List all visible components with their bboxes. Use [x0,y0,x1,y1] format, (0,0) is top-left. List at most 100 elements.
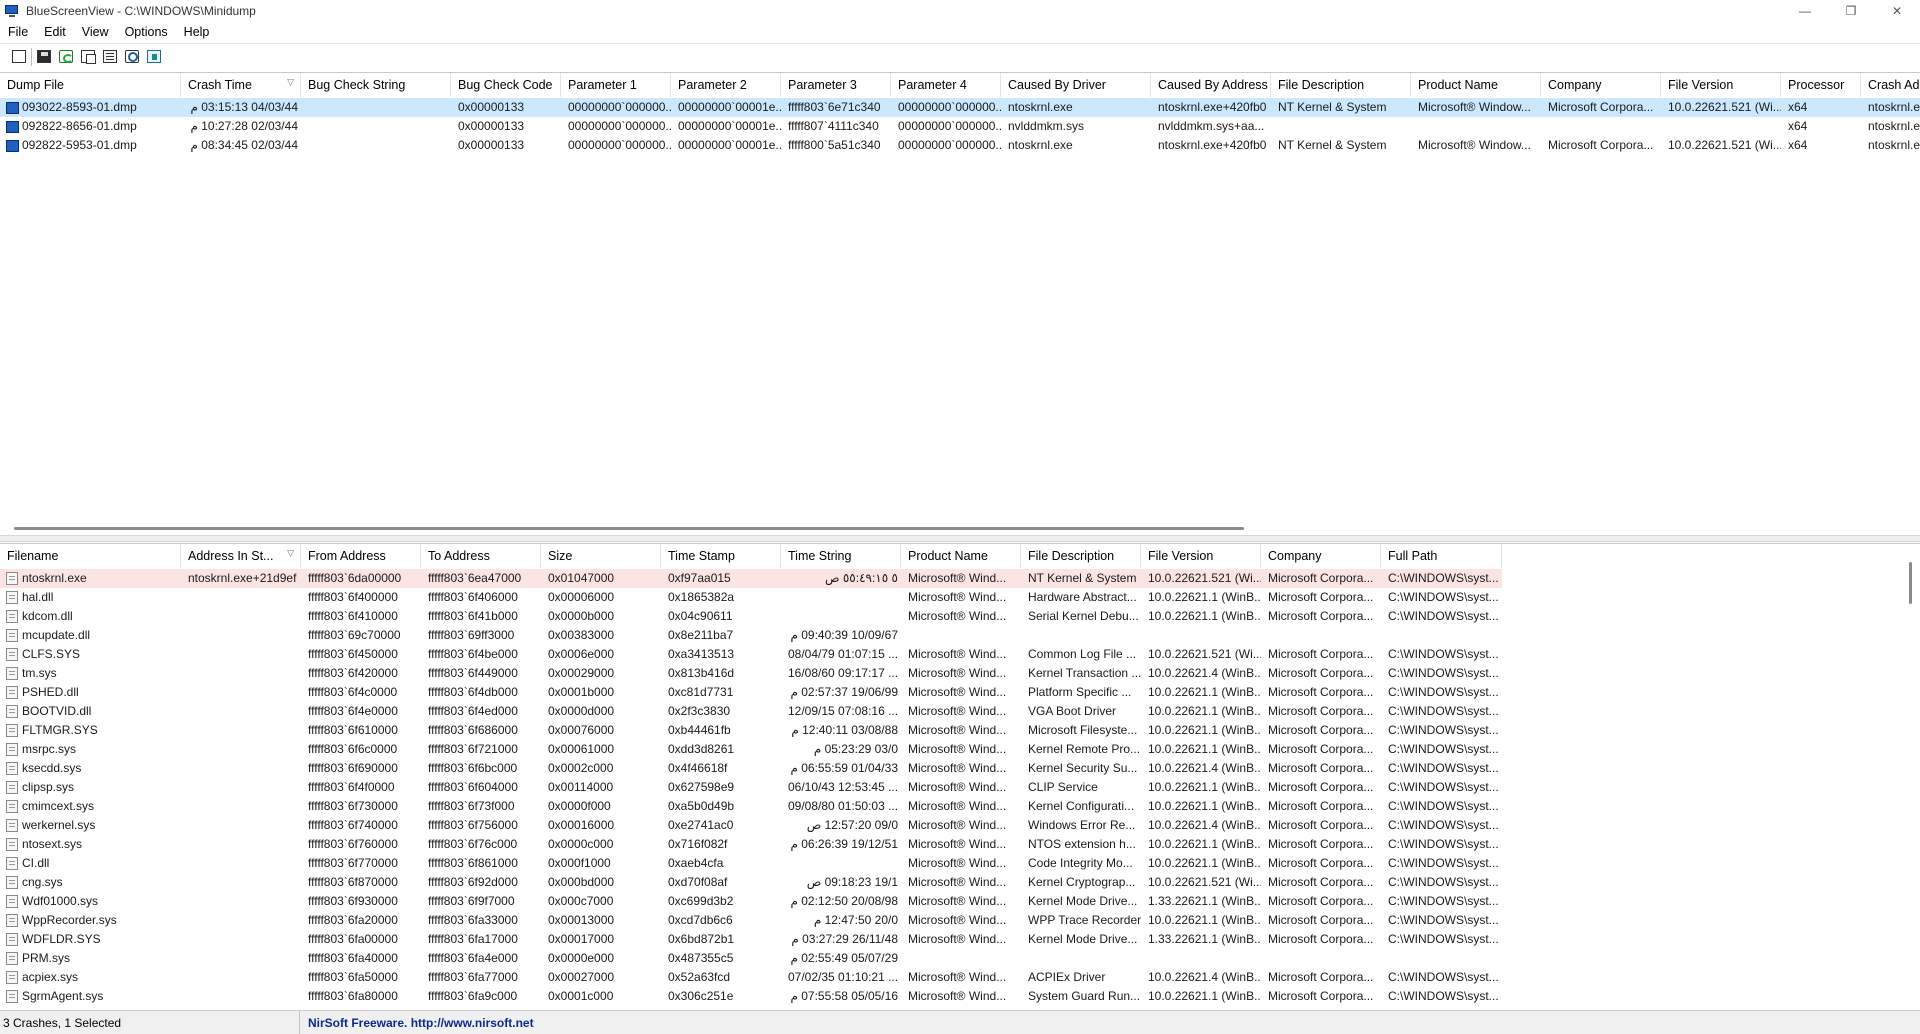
driver-row[interactable]: PSHED.dll fffff803`6f4c0000 fffff803`6f4db… [0,683,1502,702]
cell-company: Microsoft Corpora... [1268,837,1374,851]
driver-row[interactable]: cmimcext.sys fffff803`6f730000 fffff803`6f… [0,797,1502,816]
driver-row[interactable]: Wdf01000.sys fffff803`6f930000 fffff803`6f… [0,892,1502,911]
column-header-parameter-3[interactable]: Parameter 3 [781,73,891,97]
column-header-bug-check-code[interactable]: Bug Check Code [451,73,561,97]
column-header-parameter-2[interactable]: Parameter 2 [671,73,781,97]
column-header-address-in-st[interactable]: Address In St... ▽ [181,544,301,568]
column-header-file-version[interactable]: File Version [1661,73,1781,97]
column-header-parameter-1[interactable]: Parameter 1 [561,73,671,97]
column-header-dump-file[interactable]: Dump File [0,73,181,97]
column-header-caused-by-driver[interactable]: Caused By Driver [1001,73,1151,97]
driver-row[interactable]: ntoskrnl.exe ntoskrnl.exe+21d9ef fffff803`… [0,569,1502,588]
refresh-button[interactable] [56,47,76,67]
driver-row[interactable]: WDFLDR.SYS fffff803`6fa00000 fffff803`6fa1… [0,930,1502,949]
copy-button[interactable] [78,47,98,67]
menu-help[interactable]: Help [176,25,218,39]
column-header-product-name[interactable]: Product Name [901,544,1021,568]
menu-edit[interactable]: Edit [36,25,74,39]
column-header-time-string[interactable]: Time String [781,544,901,568]
driver-row[interactable]: hal.dll fffff803`6f400000 fffff803`6f40600… [0,588,1502,607]
cell-from-address: fffff803`6f870000 [308,875,398,889]
cell-time-stamp: 0xdd3d8261 [668,742,735,756]
column-header-from-address[interactable]: From Address [301,544,421,568]
crash-row[interactable]: 093022-8593-01.dmp 04/03/44 03:15:13 م 0x0… [0,98,1920,117]
column-header-crash-time[interactable]: Crash Time ▽ [181,73,301,97]
html-report-button[interactable] [100,47,120,67]
crash-list-horizontal-scrollbar[interactable] [14,527,1244,530]
cell-text: CI.dll [22,856,50,870]
driver-row[interactable]: kdcom.dll fffff803`6f410000 fffff803`6f41b… [0,607,1502,626]
driver-row[interactable]: ksecdd.sys fffff803`6f690000 fffff803`6f6b… [0,759,1502,778]
minimize-button[interactable]: — [1782,0,1828,22]
driver-file-icon [6,819,18,832]
driver-row[interactable]: cng.sys fffff803`6f870000 fffff803`6f92d00… [0,873,1502,892]
column-header-processor[interactable]: Processor [1781,73,1861,97]
crash-list[interactable]: Dump File Crash Time ▽ Bug Check String Bug … [0,72,1920,533]
find-button[interactable] [122,47,142,67]
menu-file[interactable]: File [0,25,36,39]
column-header-crash-add[interactable]: Crash Add [1861,73,1920,97]
driver-row[interactable]: ntosext.sys fffff803`6f760000 fffff803`6f7… [0,835,1502,854]
menu-bar: File Edit View Options Help [0,22,1920,42]
driver-row[interactable]: WppRecorder.sys fffff803`6fa20000 fffff803… [0,911,1502,930]
nirsoft-link[interactable]: NirSoft Freeware. http://www.nirsoft.net [300,1016,534,1030]
driver-row[interactable]: SgrmAgent.sys fffff803`6fa80000 fffff803`6… [0,987,1502,1006]
driver-row[interactable]: mcupdate.dll fffff803`69c70000 fffff803`69… [0,626,1502,645]
driver-row[interactable]: acpiex.sys fffff803`6fa50000 fffff803`6fa7… [0,968,1502,987]
column-header-caused-by-address[interactable]: Caused By Address [1151,73,1271,97]
column-header-bug-check-string[interactable]: Bug Check String [301,73,451,97]
cell-filename: BOOTVID.dll [0,702,181,721]
column-header-company[interactable]: Company [1541,73,1661,97]
cell-bug-check-string [301,136,451,155]
driver-row[interactable]: tm.sys fffff803`6f420000 fffff803`6f449000… [0,664,1502,683]
cell-time-string: 06/10/43 12:53:45 ... [788,780,899,794]
cell-text: 093022-8593-01.dmp [22,100,137,114]
column-header-file-description[interactable]: File Description [1271,73,1411,97]
cell-file-version: 10.0.22621.4 (WinB... [1148,666,1261,680]
pane-splitter[interactable] [0,535,1920,542]
cell-processor: x64 [1788,119,1808,133]
cell-size: 0x00114000 [548,780,614,794]
crash-row[interactable]: 092822-5953-01.dmp 02/03/44 08:34:45 م 0x0… [0,136,1920,155]
close-button[interactable]: ✕ [1874,0,1920,22]
driver-row[interactable]: msrpc.sys fffff803`6f6c0000 fffff803`6f721… [0,740,1502,759]
cell-text: 092822-8656-01.dmp [22,119,137,133]
exit-button[interactable] [144,47,164,67]
cell-full-path: C:\WINDOWS\syst... [1388,742,1499,756]
column-header-size[interactable]: Size [541,544,661,568]
menu-view[interactable]: View [74,25,117,39]
driver-row[interactable]: CI.dll fffff803`6f770000 fffff803`6f861000… [0,854,1502,873]
menu-options[interactable]: Options [117,25,176,39]
save-button[interactable] [34,47,54,67]
copy-icon [81,50,96,64]
column-header-parameter-4[interactable]: Parameter 4 [891,73,1001,97]
cell-file-version: 1.33.22621.1 (WinB... [1148,894,1261,908]
column-header-filename[interactable]: Filename [0,544,181,568]
driver-list-vertical-scrollbar[interactable] [1909,562,1912,604]
column-header-product-name[interactable]: Product Name [1411,73,1541,97]
driver-row[interactable]: BOOTVID.dll fffff803`6f4e0000 fffff803`6f4… [0,702,1502,721]
maximize-button[interactable]: ❐ [1828,0,1874,22]
driver-row[interactable]: CLFS.SYS fffff803`6f450000 fffff803`6f4be0… [0,645,1502,664]
cell-processor: x64 [1788,100,1808,114]
cell-parameter-4: 00000000`000000... [898,100,1001,114]
column-header-file-description[interactable]: File Description [1021,544,1141,568]
cell-product-name [1411,117,1541,136]
driver-row[interactable]: werkernel.sys fffff803`6f740000 fffff803`6… [0,816,1502,835]
column-header-time-stamp[interactable]: Time Stamp [661,544,781,568]
crash-row[interactable]: 092822-8656-01.dmp 02/03/44 10:27:28 م 0x0… [0,117,1920,136]
cell-time-string: 10/09/67 09:40:39 م [790,628,898,642]
column-header-company[interactable]: Company [1261,544,1381,568]
properties-button[interactable] [9,47,29,67]
cell-to-address: fffff803`6f4db000 [428,685,518,699]
column-header-file-version[interactable]: File Version [1141,544,1261,568]
driver-row[interactable]: PRM.sys fffff803`6fa40000 fffff803`6fa4e00… [0,949,1502,968]
driver-row[interactable]: clipsp.sys fffff803`6f4f0000 fffff803`6f60… [0,778,1502,797]
column-header-full-path[interactable]: Full Path [1381,544,1502,568]
column-header-to-address[interactable]: To Address [421,544,541,568]
driver-list[interactable]: Filename Address In St... ▽ From Address To … [0,543,1920,1008]
driver-row[interactable]: FLTMGR.SYS fffff803`6f610000 fffff803`6f68… [0,721,1502,740]
sort-arrow-icon: ▽ [287,548,294,558]
cell-product-name: Microsoft® Wind... [908,704,1007,718]
cell-time-string: 05/05/16 07:55:58 م [790,989,898,1003]
